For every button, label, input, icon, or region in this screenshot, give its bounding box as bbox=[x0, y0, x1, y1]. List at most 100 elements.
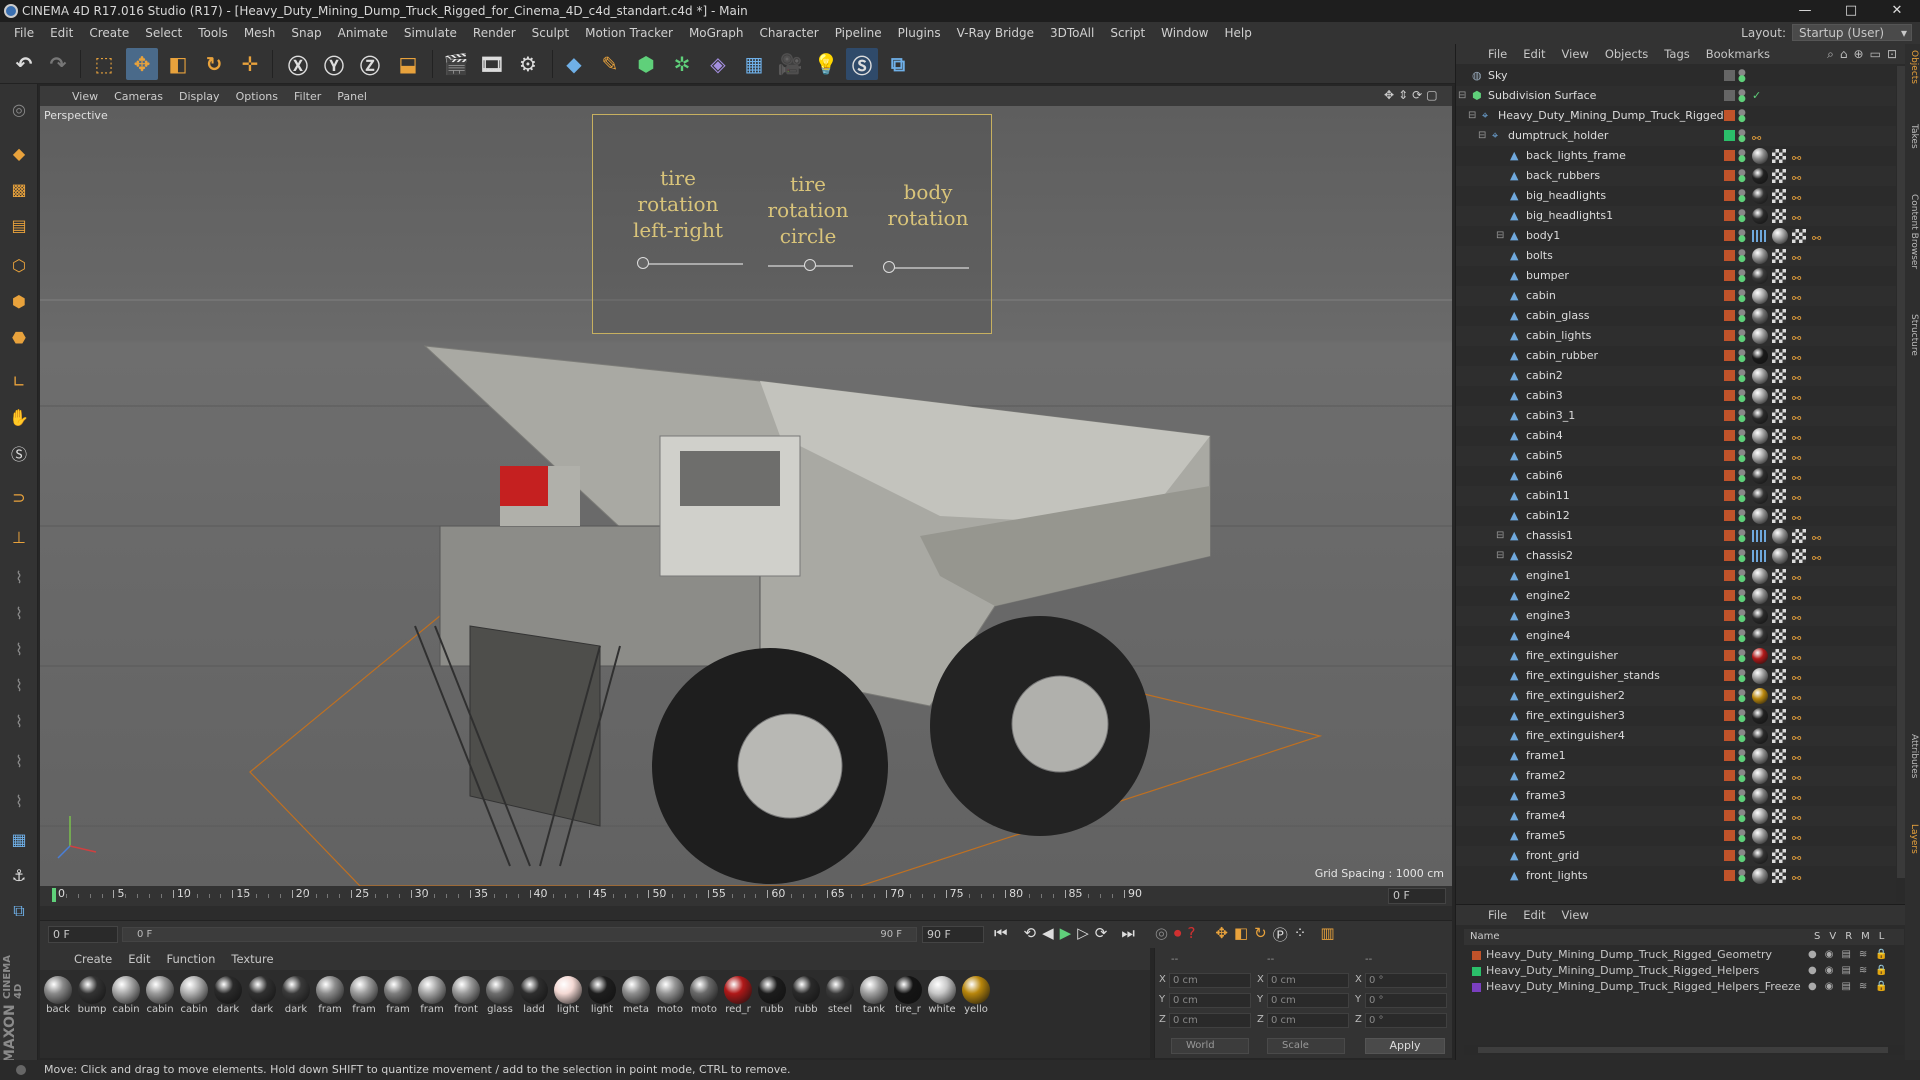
object-row[interactable]: ▲ engine2 ● ● ⚯ bbox=[1456, 586, 1896, 606]
size-field[interactable]: 0 cm bbox=[1267, 1013, 1349, 1028]
uvw-tag-icon[interactable] bbox=[1772, 869, 1786, 883]
uvw-tag-icon[interactable] bbox=[1792, 549, 1806, 563]
object-row[interactable]: ▲ back_lights_frame ● ● ⚯ bbox=[1456, 146, 1896, 166]
material-swatch[interactable]: dark bbox=[212, 976, 244, 1015]
expand-toggle-icon[interactable]: ⊟ bbox=[1496, 546, 1504, 566]
layer-color-icon[interactable] bbox=[1724, 170, 1735, 181]
menu-item-window[interactable]: Window bbox=[1153, 26, 1216, 40]
layer-color-swatch[interactable] bbox=[1472, 967, 1481, 976]
maximize-view-icon[interactable]: ▢ bbox=[1426, 88, 1437, 102]
uvw-tag-icon[interactable] bbox=[1772, 749, 1786, 763]
snap-icon[interactable]: Ⓢ bbox=[4, 438, 34, 468]
uvw-tag-icon[interactable] bbox=[1772, 429, 1786, 443]
object-row[interactable]: ▲ bolts ● ● ⚯ bbox=[1456, 246, 1896, 266]
visibility-dots-icon[interactable]: ● ● bbox=[1738, 349, 1746, 364]
uvw-tag-icon[interactable] bbox=[1772, 249, 1786, 263]
object-row[interactable]: ▲ fire_extinguisher_stands ● ● ⚯ bbox=[1456, 666, 1896, 686]
material-tag-icon[interactable] bbox=[1752, 828, 1768, 844]
side-tab-objects[interactable]: Objects bbox=[1906, 50, 1919, 84]
layer-color-icon[interactable] bbox=[1724, 330, 1735, 341]
material-tag-icon[interactable] bbox=[1752, 148, 1768, 164]
layer-color-icon[interactable] bbox=[1724, 710, 1735, 721]
visibility-dots-icon[interactable]: ● ● bbox=[1738, 89, 1746, 104]
play-icon[interactable]: ▶ bbox=[1060, 924, 1072, 945]
key-param-icon[interactable]: Ⓟ bbox=[1273, 924, 1288, 945]
sculpt-tool-4-icon[interactable]: ⌇ bbox=[4, 670, 34, 700]
object-row[interactable]: ▲ cabin3_1 ● ● ⚯ bbox=[1456, 406, 1896, 426]
x-axis-lock-icon[interactable]: Ⓧ bbox=[282, 48, 314, 80]
visibility-dots-icon[interactable]: ● ● bbox=[1738, 629, 1746, 644]
light-icon[interactable]: 💡 bbox=[810, 48, 842, 80]
menu-item-create[interactable]: Create bbox=[81, 26, 137, 40]
visibility-dots-icon[interactable]: ● ● bbox=[1738, 549, 1746, 564]
lock-workplane-icon[interactable]: ⚓ bbox=[4, 860, 34, 890]
side-tab-attributes[interactable]: Attributes bbox=[1906, 734, 1919, 778]
object-row[interactable]: ▲ engine4 ● ● ⚯ bbox=[1456, 626, 1896, 646]
material-swatch[interactable]: moto bbox=[654, 976, 686, 1015]
visibility-dots-icon[interactable]: ● ● bbox=[1738, 209, 1746, 224]
layer-color-icon[interactable] bbox=[1724, 590, 1735, 601]
material-tag-icon[interactable] bbox=[1752, 868, 1768, 884]
tire-circle-knob[interactable] bbox=[804, 259, 816, 271]
object-menu-file[interactable]: File bbox=[1480, 47, 1515, 61]
material-swatch[interactable]: rubb bbox=[756, 976, 788, 1015]
uvw-tag-icon[interactable] bbox=[1772, 769, 1786, 783]
object-row[interactable]: ▲ cabin5 ● ● ⚯ bbox=[1456, 446, 1896, 466]
visible-icon[interactable]: ◉ bbox=[1825, 947, 1834, 963]
object-row[interactable]: ▲ fire_extinguisher3 ● ● ⚯ bbox=[1456, 706, 1896, 726]
uvw-tag-icon[interactable] bbox=[1772, 569, 1786, 583]
menu-item-3dtoall[interactable]: 3DToAll bbox=[1042, 26, 1102, 40]
timeline-playhead[interactable] bbox=[52, 888, 56, 902]
material-swatch[interactable]: fram bbox=[314, 976, 346, 1015]
material-swatch[interactable]: moto bbox=[688, 976, 720, 1015]
visibility-dots-icon[interactable]: ● ● bbox=[1738, 729, 1746, 744]
object-menu-view[interactable]: View bbox=[1554, 47, 1597, 61]
layer-color-icon[interactable] bbox=[1724, 570, 1735, 581]
render-settings-icon[interactable]: ⚙ bbox=[512, 48, 544, 80]
object-row[interactable]: ▲ cabin_glass ● ● ⚯ bbox=[1456, 306, 1896, 326]
tweak-mode-icon[interactable]: ✋ bbox=[4, 402, 34, 432]
layer-color-icon[interactable] bbox=[1724, 450, 1735, 461]
object-row[interactable]: ⊟ ⬢ Subdivision Surface ● ● ✓ bbox=[1456, 86, 1896, 106]
layout-dropdown[interactable]: Startup (User) bbox=[1792, 24, 1912, 41]
tire-left-right-slider[interactable] bbox=[643, 263, 743, 265]
menu-item-select[interactable]: Select bbox=[137, 26, 190, 40]
uvw-tag-icon[interactable] bbox=[1772, 329, 1786, 343]
menu-item-script[interactable]: Script bbox=[1102, 26, 1153, 40]
material-swatch[interactable]: light bbox=[586, 976, 618, 1015]
layer-color-icon[interactable] bbox=[1724, 690, 1735, 701]
layer-color-icon[interactable] bbox=[1724, 270, 1735, 281]
visibility-dots-icon[interactable]: ● ● bbox=[1738, 689, 1746, 704]
uvw-tag-icon[interactable] bbox=[1772, 469, 1786, 483]
coordinate-mode-dropdown[interactable]: World bbox=[1171, 1038, 1249, 1054]
material-tag-icon[interactable] bbox=[1752, 788, 1768, 804]
visibility-dots-icon[interactable]: ● ● bbox=[1738, 169, 1746, 184]
z-axis-lock-icon[interactable]: Ⓩ bbox=[354, 48, 386, 80]
visibility-dots-icon[interactable]: ● ● bbox=[1738, 329, 1746, 344]
3d-viewport[interactable]: Perspective tire rotation left-right tir… bbox=[40, 106, 1452, 886]
material-tag-icon[interactable] bbox=[1772, 228, 1788, 244]
material-tag-icon[interactable] bbox=[1752, 348, 1768, 364]
material-swatch[interactable]: cabin bbox=[144, 976, 176, 1015]
visible-icon[interactable]: ◉ bbox=[1825, 963, 1834, 979]
material-tag-icon[interactable] bbox=[1752, 448, 1768, 464]
manager-icon[interactable]: ≋ bbox=[1859, 947, 1867, 963]
visibility-dots-icon[interactable]: ● ● bbox=[1738, 229, 1746, 244]
uvw-tag-icon[interactable] bbox=[1772, 649, 1786, 663]
material-swatch[interactable]: fram bbox=[382, 976, 414, 1015]
layer-scrollbar[interactable] bbox=[1464, 1045, 1904, 1055]
uvw-tag-icon[interactable] bbox=[1772, 809, 1786, 823]
sculpt-tool-3-icon[interactable]: ⌇ bbox=[4, 634, 34, 664]
visibility-dots-icon[interactable]: ● ● bbox=[1738, 609, 1746, 624]
object-row[interactable]: ▲ bumper ● ● ⚯ bbox=[1456, 266, 1896, 286]
visibility-dots-icon[interactable]: ● ● bbox=[1738, 589, 1746, 604]
uvw-tag-icon[interactable] bbox=[1772, 729, 1786, 743]
uvw-tag-icon[interactable] bbox=[1772, 609, 1786, 623]
prev-frame-icon[interactable]: ◀ bbox=[1042, 924, 1054, 945]
layer-color-icon[interactable] bbox=[1724, 130, 1735, 141]
material-swatch[interactable]: tire_r bbox=[892, 976, 924, 1015]
object-row[interactable]: ▲ frame1 ● ● ⚯ bbox=[1456, 746, 1896, 766]
layer-color-icon[interactable] bbox=[1724, 470, 1735, 481]
visibility-dots-icon[interactable]: ● ● bbox=[1738, 769, 1746, 784]
end-frame-field[interactable]: 90 F bbox=[922, 926, 984, 943]
